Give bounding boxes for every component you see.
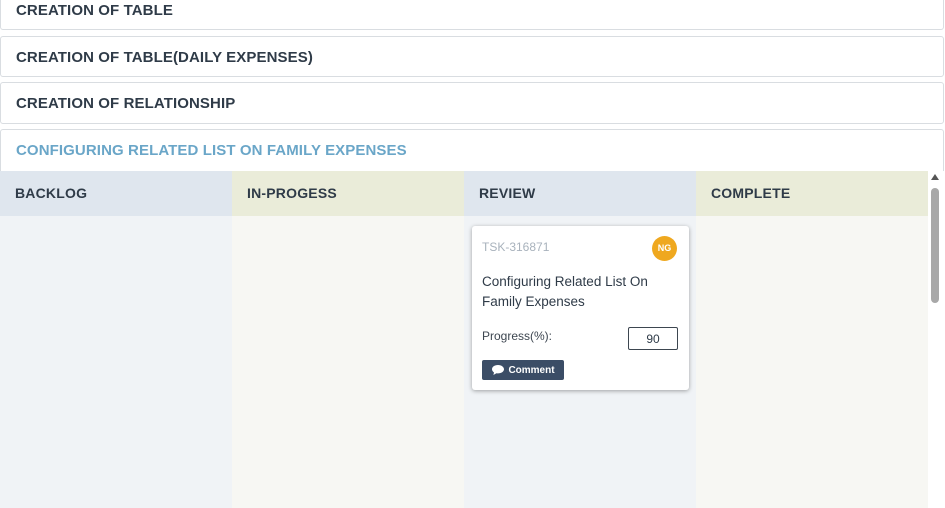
- task-title: Configuring Related List On Family Expen…: [482, 274, 648, 309]
- column-dropzone[interactable]: [0, 216, 232, 508]
- column-dropzone[interactable]: [232, 216, 464, 508]
- accordion-creation-of-table-daily-expenses[interactable]: CREATION OF TABLE(DAILY EXPENSES): [0, 36, 944, 77]
- accordion-creation-of-table[interactable]: CREATION OF TABLE: [0, 0, 944, 30]
- accordion-title: CREATION OF TABLE: [16, 2, 173, 19]
- column-header: REVIEW: [464, 171, 696, 216]
- speech-bubble-icon: [491, 364, 505, 376]
- kanban-board: BACKLOG IN-PROGESS REVIEW COMPLETE: [0, 171, 928, 508]
- column-complete: COMPLETE: [696, 171, 928, 508]
- progress-label: Progress(%):: [482, 329, 553, 343]
- avatar[interactable]: NG: [652, 236, 677, 261]
- column-backlog: BACKLOG: [0, 171, 232, 508]
- column-header: IN-PROGESS: [232, 171, 464, 216]
- scrollbar-thumb[interactable]: [931, 188, 939, 303]
- comment-button[interactable]: Comment: [482, 360, 564, 380]
- column-dropzone[interactable]: [696, 216, 928, 508]
- accordion-creation-of-relationship[interactable]: CREATION OF RELATIONSHIP: [0, 82, 944, 124]
- column-in-progress: IN-PROGESS: [232, 171, 464, 508]
- task-card[interactable]: TSK-316871 NG Configuring Related List O…: [472, 226, 689, 390]
- column-header: BACKLOG: [0, 171, 232, 216]
- task-id: TSK-316871: [482, 240, 550, 254]
- accordion-title: CREATION OF RELATIONSHIP: [16, 95, 236, 112]
- scroll-up-arrow-icon[interactable]: [931, 174, 939, 180]
- progress-input[interactable]: [628, 327, 678, 350]
- column-header: COMPLETE: [696, 171, 928, 216]
- accordion-title: CREATION OF TABLE(DAILY EXPENSES): [16, 49, 313, 66]
- accordion-title-active: CONFIGURING RELATED LIST ON FAMILY EXPEN…: [16, 142, 407, 159]
- comment-label: Comment: [508, 364, 555, 376]
